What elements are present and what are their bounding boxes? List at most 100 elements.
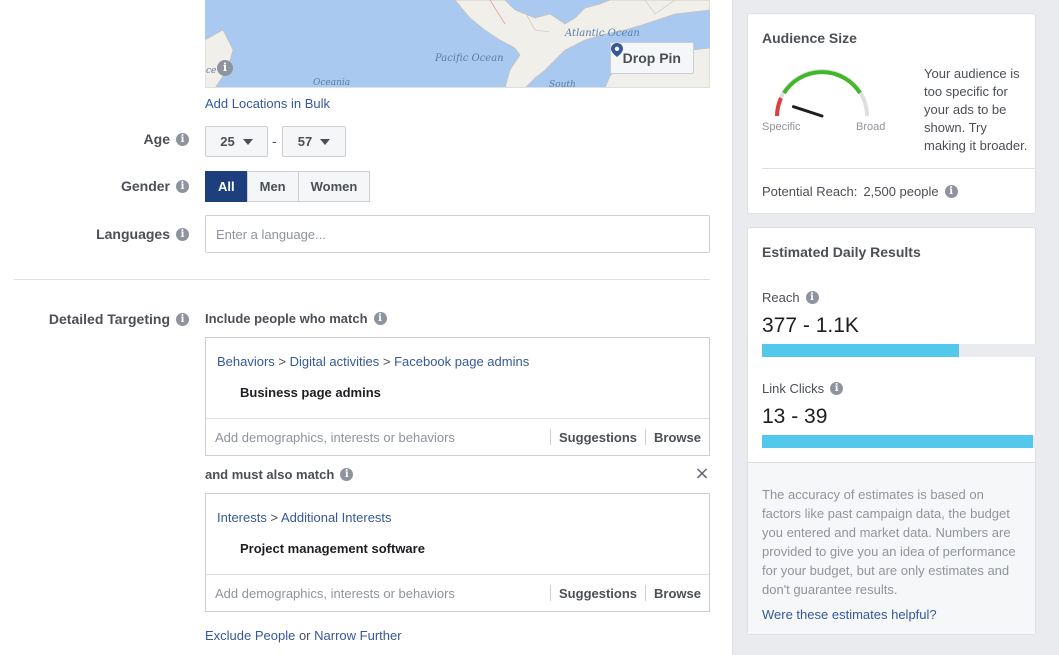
include-browse-button[interactable]: Browse — [646, 429, 709, 445]
narrow-item: Project management software — [240, 541, 425, 556]
estimates-disclaimer: The accuracy of estimates is based on fa… — [748, 462, 1035, 634]
gauge-needle — [792, 105, 824, 118]
info-icon[interactable]: i — [340, 468, 354, 481]
link-clicks-bar-fill — [762, 435, 1034, 448]
estimates-helpful-link[interactable]: Were these estimates helpful? — [762, 607, 1021, 622]
reach-label-row: Reach i — [762, 290, 819, 305]
age-label: Age — [143, 131, 170, 147]
include-search-row: Suggestions Browse — [206, 419, 709, 455]
drop-pin-label: Drop Pin — [622, 50, 681, 66]
info-icon[interactable]: i — [176, 227, 189, 241]
link-clicks-label-row: Link Clicks i — [762, 381, 844, 396]
estimated-title: Estimated Daily Results — [762, 244, 921, 260]
estimates-note: The accuracy of estimates is based on fa… — [762, 487, 1016, 597]
narrow-selection: Interests > Additional Interests Project… — [206, 494, 709, 575]
narrow-suggestions-button[interactable]: Suggestions — [551, 585, 645, 601]
info-icon[interactable]: i — [176, 132, 189, 146]
link-clicks-value: 13 - 39 — [762, 405, 828, 428]
crumb-interests[interactable]: Interests — [217, 510, 267, 525]
reach-value: 377 - 1.1K — [762, 314, 859, 337]
include-suggestions-button[interactable]: Suggestions — [551, 429, 645, 445]
info-icon[interactable]: i — [176, 312, 189, 326]
gauge-low-label: Specific — [762, 121, 801, 133]
location-map[interactable]: Atlantic Ocean Pacific Ocean Oceania Sou… — [205, 0, 710, 88]
age-max-select[interactable]: 57 — [282, 126, 346, 157]
gender-option-all[interactable]: All — [205, 171, 248, 202]
language-input[interactable] — [205, 215, 710, 253]
crumb-separator: > — [266, 510, 281, 525]
narrow-search-row: Suggestions Browse — [206, 575, 709, 611]
age-min-select[interactable]: 25 — [205, 126, 268, 157]
include-heading: Include people who match — [205, 311, 368, 326]
link-clicks-label: Link Clicks — [762, 381, 825, 396]
narrow-further-link[interactable]: Narrow Further — [314, 628, 401, 643]
link-clicks-bar — [762, 435, 1036, 448]
crumb-digital-activities[interactable]: Digital activities — [290, 354, 380, 369]
gauge-high-label: Broad — [856, 121, 886, 133]
reach-bar-fill — [762, 344, 960, 357]
include-breadcrumb: Behaviors > Digital activities > Faceboo… — [217, 354, 698, 369]
or-text: or — [295, 628, 315, 643]
languages-label-row: Languages i — [96, 226, 189, 242]
info-icon[interactable]: i — [805, 291, 819, 304]
gender-label-row: Gender i — [121, 178, 189, 194]
crumb-separator: > — [274, 354, 290, 369]
gender-segmented-control: All Men Women — [205, 171, 371, 202]
gender-option-women[interactable]: Women — [297, 171, 371, 202]
info-icon[interactable]: i — [373, 312, 387, 325]
narrow-search-input[interactable] — [206, 576, 551, 610]
exclude-narrow-row: Exclude People or Narrow Further — [205, 628, 402, 643]
audience-message: Your audience is too specific for your a… — [924, 66, 1028, 153]
gender-option-men[interactable]: Men — [246, 171, 299, 202]
narrow-browse-button[interactable]: Browse — [646, 585, 709, 601]
reach-label: Reach — [762, 290, 800, 305]
close-icon[interactable]: × — [694, 465, 710, 483]
include-targeting-box: Behaviors > Digital activities > Faceboo… — [205, 337, 710, 456]
section-divider — [14, 279, 710, 280]
drop-pin-button[interactable]: Drop Pin — [609, 42, 694, 74]
map-label-oceania: Oceania — [313, 78, 351, 88]
map-label-atlantic: Atlantic Ocean — [565, 28, 640, 39]
reach-bar — [762, 344, 1036, 357]
map-label-pacific: Pacific Ocean — [435, 53, 504, 64]
estimates-sidebar: Audience Size Specific Broad Your audien… — [732, 0, 1059, 655]
crumb-behaviors[interactable]: Behaviors — [217, 354, 275, 369]
potential-reach-label: Potential Reach: — [762, 184, 858, 199]
gauge-green-segment — [782, 70, 862, 95]
include-heading-row: Include people who match i — [205, 311, 387, 326]
info-icon[interactable]: i — [217, 60, 233, 76]
info-icon[interactable]: i — [830, 382, 844, 395]
card-divider — [762, 168, 1035, 169]
age-min-value: 25 — [220, 134, 235, 149]
audience-size-card: Audience Size Specific Broad Your audien… — [747, 13, 1036, 214]
languages-label: Languages — [96, 226, 170, 242]
audience-size-title: Audience Size — [762, 30, 857, 46]
add-locations-bulk-link[interactable]: Add Locations in Bulk — [205, 96, 330, 111]
caret-down-icon — [320, 138, 331, 145]
detailed-targeting-label-row: Detailed Targeting i — [49, 311, 189, 327]
estimated-daily-results-card: Estimated Daily Results Reach i 377 - 1.… — [747, 227, 1036, 635]
narrow-breadcrumb: Interests > Additional Interests — [217, 510, 698, 525]
info-icon[interactable]: i — [944, 185, 958, 198]
exclude-people-link[interactable]: Exclude People — [205, 628, 295, 643]
gender-label: Gender — [120, 178, 170, 194]
detailed-targeting-label: Detailed Targeting — [48, 311, 170, 327]
narrow-heading: and must also match — [205, 467, 335, 482]
crumb-additional-interests[interactable]: Additional Interests — [281, 510, 392, 525]
narrow-heading-row: and must also match i — [205, 467, 354, 482]
info-icon[interactable]: i — [176, 179, 189, 193]
targeting-form: Atlantic Ocean Pacific Ocean Oceania Sou… — [0, 0, 732, 655]
crumb-separator: > — [379, 354, 395, 369]
age-label-row: Age i — [144, 131, 189, 147]
narrow-targeting-box: Interests > Additional Interests Project… — [205, 493, 710, 612]
age-max-value: 57 — [297, 134, 313, 149]
map-pin-icon — [610, 43, 623, 57]
age-range-separator: - — [272, 133, 277, 149]
crumb-facebook-page-admins[interactable]: Facebook page admins — [394, 354, 529, 369]
caret-down-icon — [242, 138, 253, 145]
potential-reach-row: Potential Reach: 2,500 people i — [762, 184, 958, 199]
map-label-edge: ce — [206, 66, 217, 76]
include-search-input[interactable] — [206, 420, 551, 454]
potential-reach-value: 2,500 people — [863, 184, 939, 199]
include-item: Business page admins — [240, 385, 381, 400]
